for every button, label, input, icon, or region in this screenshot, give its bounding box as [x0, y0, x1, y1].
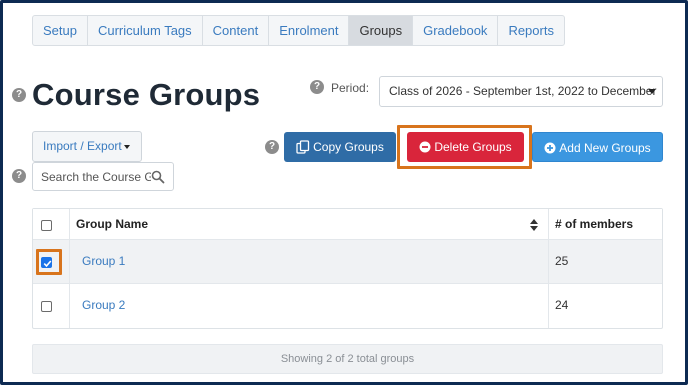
- tab-content[interactable]: Content: [203, 16, 270, 45]
- members-header: # of members: [549, 209, 662, 239]
- tab-groups[interactable]: Groups: [349, 16, 414, 45]
- group-link[interactable]: Group 1: [82, 254, 125, 268]
- period-select[interactable]: Class of 2026 - September 1st, 2022 to D…: [379, 76, 663, 107]
- delete-groups-button[interactable]: Delete Groups: [407, 132, 524, 162]
- import-export-dropdown[interactable]: Import / Export: [32, 131, 142, 162]
- members-cell: 25: [549, 240, 662, 283]
- group-link[interactable]: Group 2: [82, 298, 125, 312]
- period-selected-value: Class of 2026 - September 1st, 2022 to D…: [389, 84, 657, 98]
- header-checkbox-cell: [33, 209, 70, 239]
- page-title: Course Groups: [32, 77, 261, 112]
- search-box: [32, 162, 174, 191]
- row-checkbox-checked[interactable]: [41, 257, 52, 268]
- member-count: 25: [555, 254, 569, 268]
- tab-reports[interactable]: Reports: [498, 16, 564, 45]
- search-icon[interactable]: [151, 170, 165, 184]
- tab-curriculum-tags[interactable]: Curriculum Tags: [88, 16, 203, 45]
- groups-table: Group Name # of members Group 1 25 Group…: [32, 208, 663, 329]
- table-footer-summary: Showing 2 of 2 total groups: [32, 344, 663, 374]
- copy-groups-label: Copy Groups: [313, 140, 384, 154]
- table-header-row: Group Name # of members: [33, 209, 662, 240]
- copy-icon: [296, 140, 310, 154]
- group-name-cell: Group 1: [70, 240, 549, 283]
- tab-setup[interactable]: Setup: [33, 16, 88, 45]
- checkmark-icon: [43, 260, 52, 268]
- period-label: Period:: [331, 81, 370, 95]
- add-new-groups-button[interactable]: Add New Groups: [532, 132, 663, 162]
- plus-circle-icon: [544, 142, 556, 154]
- title-help-icon[interactable]: ?: [12, 88, 26, 102]
- search-help-icon[interactable]: ?: [12, 169, 26, 183]
- member-count: 24: [555, 298, 569, 312]
- group-name-header[interactable]: Group Name: [70, 209, 549, 239]
- table-row: Group 1 25: [33, 240, 662, 284]
- sort-icon[interactable]: [530, 219, 538, 231]
- group-name-cell: Group 2: [70, 284, 549, 328]
- caret-down-icon: [123, 144, 130, 149]
- row-checkbox-cell: [33, 240, 70, 283]
- chevron-down-icon: [648, 89, 656, 94]
- row-checkbox[interactable]: [41, 301, 52, 312]
- search-input[interactable]: [33, 163, 151, 190]
- add-new-groups-label: Add New Groups: [559, 141, 651, 155]
- row-checkbox-cell: [33, 284, 70, 328]
- import-export-label: Import / Export: [43, 139, 122, 153]
- course-tabs: Setup Curriculum Tags Content Enrolment …: [32, 15, 565, 46]
- period-help-icon[interactable]: ?: [310, 80, 324, 94]
- actions-help-icon[interactable]: ?: [265, 140, 279, 154]
- members-header-label: # of members: [555, 217, 634, 231]
- delete-groups-label: Delete Groups: [434, 140, 512, 154]
- minus-circle-icon: [419, 141, 431, 153]
- members-cell: 24: [549, 284, 662, 328]
- copy-groups-button[interactable]: Copy Groups: [284, 132, 396, 162]
- table-row: Group 2 24: [33, 284, 662, 328]
- tab-enrolment[interactable]: Enrolment: [269, 16, 350, 45]
- group-name-header-label: Group Name: [76, 217, 149, 231]
- tab-gradebook[interactable]: Gradebook: [413, 16, 499, 45]
- select-all-checkbox[interactable]: [41, 220, 52, 231]
- window-frame: Setup Curriculum Tags Content Enrolment …: [0, 0, 688, 385]
